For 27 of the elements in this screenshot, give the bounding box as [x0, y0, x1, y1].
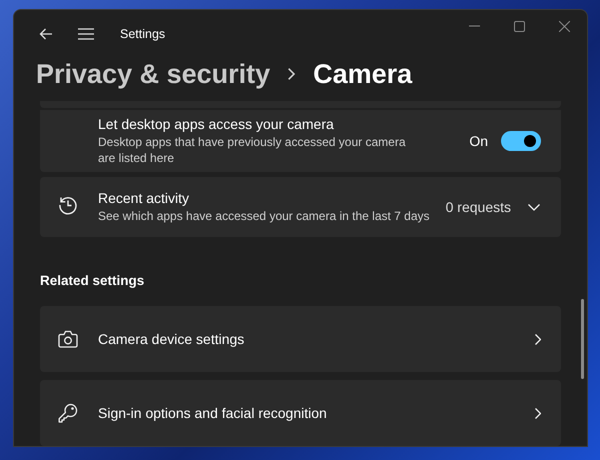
toggle-switch[interactable]: [501, 131, 541, 152]
settings-link[interactable]: Sign-in options and facial recognition: [40, 380, 561, 446]
expander-card[interactable]: Recent activity See which apps have accessed your camera in the last 7 days 0 requests: [40, 177, 561, 237]
page-title: Camera: [313, 58, 412, 90]
setting-description: Desktop apps that have previously accessed your camera are listed here: [98, 134, 406, 166]
toggle-state-label: On: [469, 133, 488, 150]
setting-title: Let desktop apps access your camera: [98, 116, 335, 132]
back-arrow-icon[interactable]: [39, 28, 53, 40]
breadcrumb-link[interactable]: Privacy & security: [36, 58, 270, 90]
setting-title: Recent activity: [98, 190, 190, 206]
menu-icon[interactable]: [78, 28, 94, 40]
key-icon: [58, 403, 78, 423]
chevron-right-icon: [288, 68, 296, 80]
scrollbar[interactable]: [581, 299, 584, 379]
section-heading: Related settings: [40, 272, 146, 289]
minimize-icon[interactable]: [469, 25, 480, 27]
settings-link[interactable]: Camera device settings: [40, 306, 561, 372]
window-title: Settings: [120, 27, 166, 41]
request-count: 0 requests: [446, 199, 511, 215]
camera-icon: [58, 330, 78, 348]
close-icon[interactable]: [559, 20, 570, 32]
setting-description: See which apps have accessed your camera in the last 7 days: [98, 208, 431, 224]
maximize-icon[interactable]: [514, 20, 525, 32]
history-icon: [58, 194, 78, 214]
chevron-down-icon[interactable]: [528, 204, 540, 210]
chevron-right-icon: [535, 408, 541, 418]
chevron-right-icon: [535, 334, 541, 344]
